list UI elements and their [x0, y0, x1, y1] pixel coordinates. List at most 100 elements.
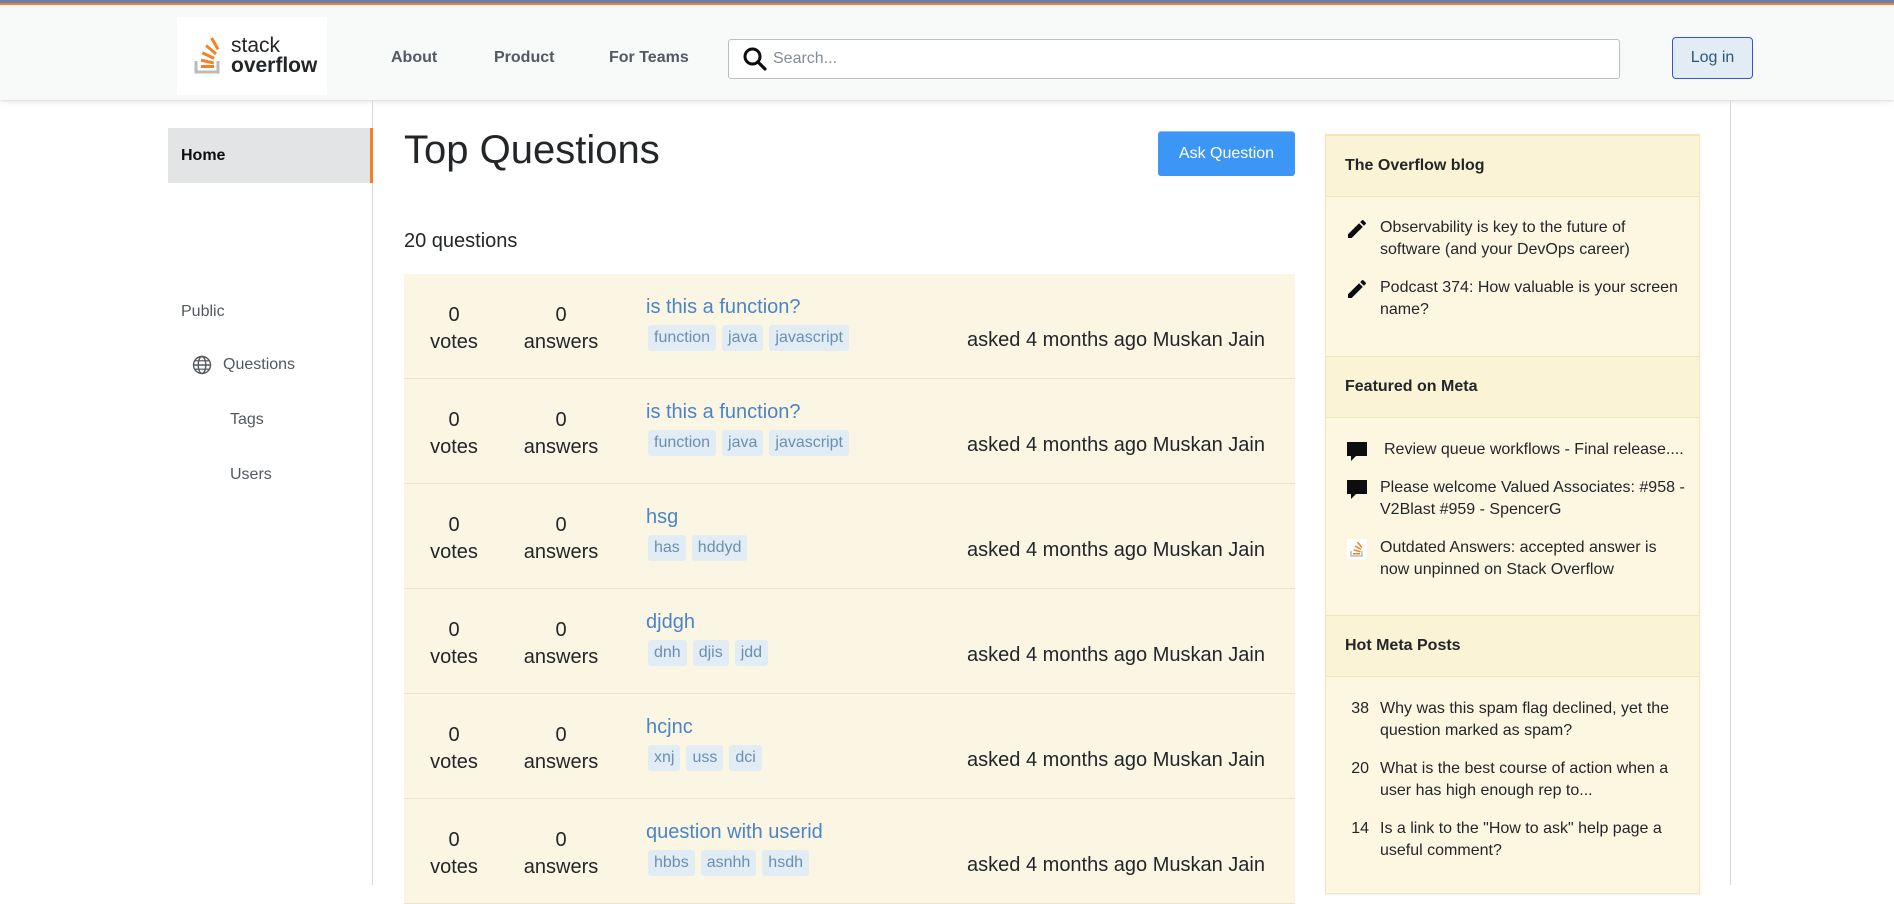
answer-count: 0 answers — [511, 512, 611, 566]
tag-list: dnh djis jdd — [648, 640, 769, 666]
vote-count: 0 votes — [404, 407, 504, 461]
sidebar-item-home[interactable]: Home — [168, 128, 373, 183]
meta-item: Review queue workflows - Final release..… — [1345, 439, 1685, 463]
search-icon — [741, 45, 769, 73]
tag[interactable]: uss — [686, 745, 724, 771]
meta-item-link[interactable]: Outdated Answers: accepted answer is now… — [1380, 537, 1685, 581]
meta-item: Outdated Answers: accepted answer is now… — [1345, 537, 1685, 581]
vote-number: 0 — [448, 724, 460, 746]
tag-list: hbbs asnhh hsdh — [648, 850, 809, 876]
vote-label: votes — [430, 751, 478, 773]
tag[interactable]: djis — [692, 640, 729, 666]
vote-number: 0 — [448, 409, 460, 431]
tag[interactable]: function — [648, 325, 717, 351]
question-title-link[interactable]: is this a function? — [646, 296, 801, 319]
question-meta: asked 4 months ago Muskan Jain — [967, 749, 1265, 771]
sidebar-item-questions[interactable]: Questions — [192, 355, 295, 375]
ask-question-button[interactable]: Ask Question — [1158, 131, 1295, 176]
question-title-link[interactable]: is this a function? — [646, 401, 801, 424]
vote-count: 0 votes — [404, 617, 504, 671]
tag[interactable]: java — [722, 325, 764, 351]
question-title-link[interactable]: hsg — [646, 506, 678, 529]
question-row: 0 votes 0 answers hcjnc xnj uss dci aske… — [404, 694, 1295, 799]
hot-meta-score: 20 — [1351, 760, 1369, 777]
vote-label: votes — [430, 331, 478, 353]
answer-count: 0 answers — [511, 617, 611, 671]
meta-item-link[interactable]: Please welcome Valued Associates: #958 -… — [1380, 477, 1685, 521]
logo-line2: overflow — [231, 54, 318, 77]
answer-number: 0 — [555, 829, 567, 851]
hot-meta-link[interactable]: Why was this spam flag declined, yet the… — [1380, 698, 1685, 742]
tag[interactable]: hddyd — [691, 535, 748, 561]
nav-product[interactable]: Product — [494, 49, 554, 67]
sidebar-item-tags[interactable]: Tags — [230, 411, 264, 429]
tag[interactable]: hsdh — [762, 850, 809, 876]
vote-label: votes — [430, 646, 478, 668]
nav-about[interactable]: About — [391, 49, 437, 67]
blog-item-link[interactable]: Podcast 374: How valuable is your screen… — [1380, 277, 1685, 321]
tag[interactable]: xnj — [648, 745, 681, 771]
nav-for-teams[interactable]: For Teams — [609, 49, 689, 67]
top-bar: stack overflow About Product For Teams L… — [0, 0, 1894, 100]
tag-list: xnj uss dci — [648, 745, 762, 771]
answer-count: 0 answers — [511, 302, 611, 356]
speech-bubble-icon — [1347, 442, 1367, 461]
sidebar-section-public: Public — [181, 303, 225, 320]
tag[interactable]: has — [648, 535, 686, 561]
blog-item-link[interactable]: Observability is key to the future of so… — [1380, 217, 1685, 261]
left-sidebar: Home Public Questions Tags Users — [168, 100, 373, 885]
vote-count: 0 votes — [404, 302, 504, 356]
answer-number: 0 — [555, 619, 567, 641]
speech-bubble-icon — [1347, 480, 1367, 499]
widget-header-meta: Featured on Meta — [1326, 356, 1699, 418]
answer-label: answers — [523, 646, 599, 668]
question-meta: asked 4 months ago Muskan Jain — [967, 329, 1265, 351]
tag[interactable]: hbbs — [648, 850, 695, 876]
tag[interactable]: asnhh — [700, 850, 757, 876]
tag[interactable]: dci — [729, 745, 762, 771]
logo-line1: stack — [231, 34, 281, 58]
answer-label: answers — [523, 436, 599, 458]
logo-text: stack overflow — [231, 34, 318, 77]
hot-meta-link[interactable]: Is a link to the "How to ask" help page … — [1380, 818, 1685, 862]
tag[interactable]: dnh — [648, 640, 687, 666]
tag-list: function java javascript — [648, 430, 849, 456]
tag[interactable]: jdd — [734, 640, 769, 666]
sidebar-item-home-label: Home — [181, 146, 226, 164]
question-title-link[interactable]: djdgh — [646, 611, 695, 634]
hot-meta-link[interactable]: What is the best course of action when a… — [1380, 758, 1685, 802]
answer-number: 0 — [555, 514, 567, 536]
answer-label: answers — [523, 856, 599, 878]
login-button[interactable]: Log in — [1672, 37, 1753, 79]
ask-question-label: Ask Question — [1178, 144, 1275, 162]
tag-list: function java javascript — [648, 325, 849, 351]
hot-meta-item: 20 What is the best course of action whe… — [1345, 758, 1685, 802]
answer-label: answers — [523, 751, 599, 773]
answer-label: answers — [523, 541, 599, 563]
vote-count: 0 votes — [404, 827, 504, 881]
hot-meta-item: 38 Why was this spam flag declined, yet … — [1345, 698, 1685, 742]
widget-header-hot: Hot Meta Posts — [1326, 615, 1699, 677]
question-row: 0 votes 0 answers is this a function? fu… — [404, 379, 1295, 484]
sidebar-item-users[interactable]: Users — [230, 466, 272, 484]
vote-number: 0 — [448, 829, 460, 851]
tag[interactable]: javascript — [769, 325, 849, 351]
answer-count: 0 answers — [511, 722, 611, 776]
search-input[interactable] — [771, 49, 1591, 69]
meta-item-link[interactable]: Review queue workflows - Final release..… — [1384, 439, 1685, 463]
search-box[interactable] — [728, 39, 1620, 79]
vote-number: 0 — [448, 514, 460, 536]
tag-list: has hddyd — [648, 535, 748, 561]
tag[interactable]: function — [648, 430, 717, 456]
login-button-label: Log in — [1690, 49, 1735, 66]
vote-number: 0 — [448, 619, 460, 641]
tag[interactable]: javascript — [769, 430, 849, 456]
vote-count: 0 votes — [404, 722, 504, 776]
blog-item: Observability is key to the future of so… — [1345, 217, 1685, 261]
meta-item: Please welcome Valued Associates: #958 -… — [1345, 477, 1685, 521]
tag[interactable]: java — [722, 430, 764, 456]
question-title-link[interactable]: hcjnc — [646, 716, 693, 739]
stackoverflow-logo-icon — [194, 37, 220, 74]
question-title-link[interactable]: question with userid — [646, 821, 823, 844]
stackoverflow-logo[interactable]: stack overflow — [177, 17, 327, 95]
